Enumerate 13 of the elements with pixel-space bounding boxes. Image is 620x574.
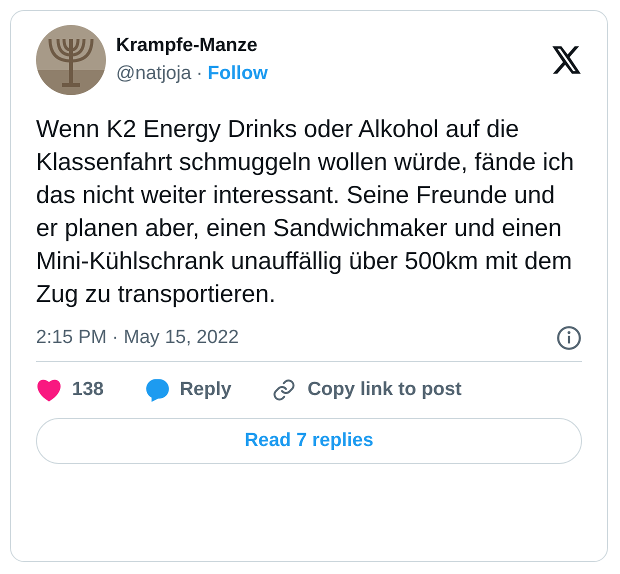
author-name: Krampfe-Manze [116,35,258,57]
post-text: Wenn K2 Energy Drinks oder Alkohol auf die Klassenfahrt schmuggeln wollen würde, fände ich das nicht weiter interessant. Seine Freunde und er planen aber, einen Sandwichmaker und einen Mini-Kühlschrank unauffällig über 500km mit dem Zug zu transportieren. [36,115,575,310]
link-icon [271,378,298,402]
speech-bubble-icon [144,378,170,402]
post-timestamp: 2:15 PM · May 15, 2022 [36,327,239,349]
author-handle: @natjoja [116,63,192,85]
reply-button[interactable]: Reply [144,378,232,402]
heart-icon [36,378,62,402]
x-logo-icon[interactable] [552,46,582,74]
separator: · [196,63,203,85]
like-button[interactable]: 138 [36,378,104,402]
copy-button[interactable]: Copy link to post [271,378,462,402]
info-icon[interactable] [556,325,582,351]
